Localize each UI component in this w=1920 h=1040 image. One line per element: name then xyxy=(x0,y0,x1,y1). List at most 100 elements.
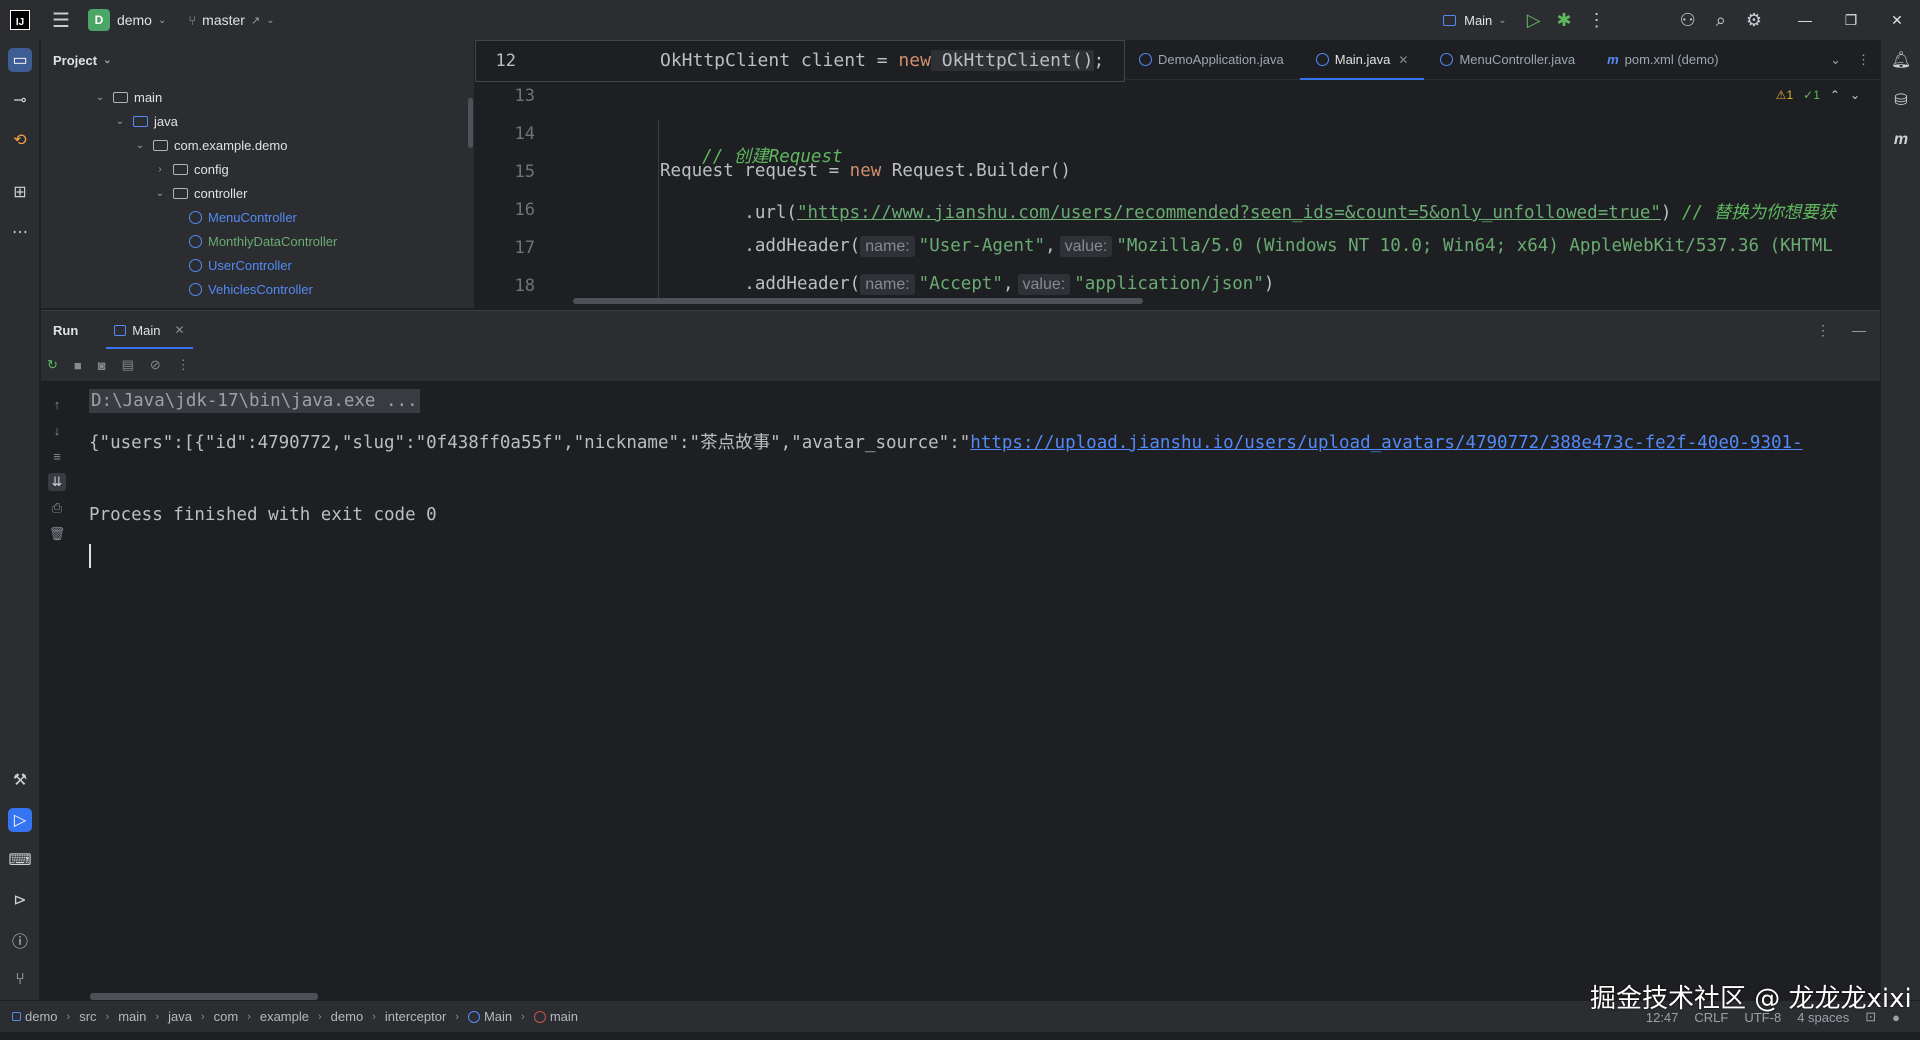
tree-item-java[interactable]: ⌄ java xyxy=(113,109,178,133)
settings-icon[interactable]: ⚙ xyxy=(1746,10,1762,31)
code-line-18[interactable]: .addHeader(name: "Accept", value: "applicat… xyxy=(660,274,1274,295)
watermark: 掘金技术社区 @ 龙龙龙xixi xyxy=(1590,984,1912,1014)
maven-tool-icon[interactable]: m xyxy=(1889,128,1913,152)
structure-tool-icon[interactable]: ⊞ xyxy=(8,180,32,204)
build-tool-icon[interactable]: ⚒ xyxy=(8,768,32,792)
tree-item-main[interactable]: ⌄ main xyxy=(93,85,162,109)
debug-icon[interactable]: ✱ xyxy=(1557,10,1572,31)
expanded-chevron-icon: ⌄ xyxy=(155,187,165,199)
tab-pom-xml[interactable]: m pom.xml (demo) xyxy=(1591,40,1734,80)
git-tool-icon[interactable]: ⑂ xyxy=(8,968,32,992)
tree-item-config[interactable]: › config xyxy=(153,157,228,181)
breadcrumb-item[interactable]: Main xyxy=(484,1009,512,1024)
tab-menucontroller[interactable]: MenuController.java xyxy=(1424,40,1591,80)
more-tools-icon[interactable]: ⋯ xyxy=(8,220,32,244)
left-tool-strip: ▭ ⊸ ⟲ ⊞ ⋯ ⚒ ▷ ⌨ ⊳ ⓘ ⑂ xyxy=(0,40,40,1000)
run-config-selector[interactable]: Main ⌄ xyxy=(1443,13,1507,28)
code-line-16[interactable]: .url("https://www.jianshu.com/users/reco… xyxy=(660,199,1836,224)
tab-demoapplication[interactable]: DemoApplication.java xyxy=(1123,40,1300,80)
breadcrumb-item[interactable]: demo xyxy=(25,1009,58,1024)
tab-more-icon[interactable]: ⋮ xyxy=(1857,52,1870,68)
project-panel: Project ⌄ ⌄ main ⌄ java ⌄ com.example.demo … xyxy=(41,40,474,308)
pull-requests-icon[interactable]: ⟲ xyxy=(8,128,32,152)
project-panel-header[interactable]: Project ⌄ xyxy=(41,40,474,80)
previous-highlight-icon[interactable]: ⌃ xyxy=(1830,88,1840,102)
commit-tool-icon[interactable]: ⊸ xyxy=(8,88,32,112)
avatar-url-link[interactable]: https://upload.jianshu.io/users/upload_a… xyxy=(970,433,1802,453)
console-output[interactable]: D:\Java\jdk-17\bin\java.exe ... {"users"… xyxy=(89,387,1880,987)
notifications-icon[interactable]: 🔔︎ xyxy=(1889,48,1913,72)
breadcrumb-item[interactable]: main xyxy=(550,1009,578,1024)
problems-tool-icon[interactable]: ⓘ xyxy=(8,928,32,952)
tree-item-usercontroller[interactable]: UserController xyxy=(189,253,292,277)
restore-button[interactable]: ❐ xyxy=(1828,0,1874,40)
tree-item-menucontroller[interactable]: MenuController xyxy=(189,205,297,229)
database-tool-icon[interactable]: ⛁ xyxy=(1889,88,1913,112)
code-editor[interactable]: 13 14 // 创建Request 15 Request request = … xyxy=(475,40,1880,308)
scroll-down-icon[interactable]: ↓ xyxy=(48,421,66,439)
run-config-icon xyxy=(1443,14,1457,26)
git-branch-icon: ⑂ xyxy=(188,12,197,28)
console-horizontal-scrollbar[interactable] xyxy=(90,993,318,1000)
clear-console-icon[interactable]: 🗑︎ xyxy=(48,525,66,543)
breadcrumb-item[interactable]: main xyxy=(118,1009,146,1024)
run-icon[interactable]: ▷ xyxy=(1527,10,1541,31)
main-menu-icon[interactable]: ☰ xyxy=(52,8,70,33)
next-highlight-icon[interactable]: ⌄ xyxy=(1850,88,1860,102)
breadcrumb-item[interactable]: src xyxy=(79,1009,96,1024)
tree-item-vehiclescontroller[interactable]: VehiclesController xyxy=(189,277,313,301)
run-tab-main[interactable]: Main ✕ xyxy=(106,311,193,349)
breadcrumb-item[interactable]: com xyxy=(214,1009,239,1024)
editor-horizontal-scrollbar[interactable] xyxy=(573,298,1143,304)
tree-item-monthlydatacontroller[interactable]: MonthlyDataController xyxy=(189,229,337,253)
chevron-right-icon: › xyxy=(105,1010,110,1023)
options-icon[interactable]: ⋮ xyxy=(1816,322,1830,339)
dump-threads-icon[interactable]: ▤ xyxy=(122,357,134,373)
screenshot-icon[interactable]: ◙ xyxy=(98,358,106,373)
stop-icon[interactable]: ■ xyxy=(74,358,82,373)
close-window-button[interactable]: ✕ xyxy=(1874,0,1920,40)
services-tool-icon[interactable]: ⊳ xyxy=(8,888,32,912)
url-string[interactable]: "https://www.jianshu.com/users/recommend… xyxy=(797,203,1661,223)
soft-wrap-icon[interactable]: ≡ xyxy=(48,447,66,465)
branch-switcher[interactable]: ⑂ master ↗ ⌄ xyxy=(188,12,274,28)
scroll-up-icon[interactable]: ↑ xyxy=(48,395,66,413)
restore-layout-icon[interactable]: ⊘ xyxy=(150,357,161,373)
tree-item-controller[interactable]: ⌄ controller xyxy=(153,181,248,205)
intellij-logo[interactable]: IJ xyxy=(10,10,30,30)
param-hint: name: xyxy=(860,236,915,257)
inspection-widget[interactable]: ⚠1 ✓1 ⌃ ⌄ xyxy=(1776,88,1860,102)
text-caret xyxy=(89,544,91,568)
close-tab-icon[interactable]: ✕ xyxy=(1398,53,1408,67)
breadcrumb-item[interactable]: demo xyxy=(331,1009,364,1024)
terminal-tool-icon[interactable]: ⌨ xyxy=(8,848,32,872)
project-switcher[interactable]: D demo ⌄ xyxy=(87,9,166,31)
add-user-icon[interactable]: ⚇ xyxy=(1680,10,1696,31)
breadcrumb-item[interactable]: java xyxy=(168,1009,192,1024)
print-icon[interactable]: ⎙ xyxy=(48,499,66,517)
more-actions-icon[interactable]: ⋮ xyxy=(1588,10,1606,31)
tree-item-package[interactable]: ⌄ com.example.demo xyxy=(133,133,288,157)
branch-name: master xyxy=(202,12,245,28)
code-line-15[interactable]: Request request = new Request.Builder() xyxy=(660,161,1071,181)
more-icon[interactable]: ⋮ xyxy=(177,357,190,373)
minimize-button[interactable]: — xyxy=(1782,0,1828,40)
scroll-to-end-icon[interactable]: ⇊ xyxy=(48,473,66,491)
search-icon[interactable]: ⌕ xyxy=(1716,10,1726,31)
close-tab-icon[interactable]: ✕ xyxy=(174,323,184,337)
tab-main-java[interactable]: Main.java ✕ xyxy=(1299,40,1425,80)
project-scrollbar[interactable] xyxy=(468,98,473,148)
run-tool-icon[interactable]: ▷ xyxy=(8,808,32,832)
class-icon xyxy=(189,210,202,224)
code-line-17[interactable]: .addHeader(name: "User-Agent", value: "Mozi… xyxy=(660,236,1833,257)
hide-panel-icon[interactable]: — xyxy=(1852,322,1866,338)
sticky-line-header[interactable]: 12 OkHttpClient client = new OkHttpClien… xyxy=(475,40,1125,82)
breadcrumb-item[interactable]: example xyxy=(260,1009,309,1024)
run-tool-window: Run Main ✕ ⋮ — ↻ ■ ◙ ▤ ⊘ ⋮ ↑ ↓ ≡ ⇊ ⎙ 🗑︎ … xyxy=(41,310,1880,1000)
run-panel-title: Run xyxy=(53,322,79,338)
param-hint: value: xyxy=(1017,274,1071,295)
project-tool-icon[interactable]: ▭ xyxy=(8,48,32,72)
tab-list-chevron-icon[interactable]: ⌄ xyxy=(1830,52,1841,68)
breadcrumb-item[interactable]: interceptor xyxy=(385,1009,446,1024)
rerun-icon[interactable]: ↻ xyxy=(47,357,58,373)
